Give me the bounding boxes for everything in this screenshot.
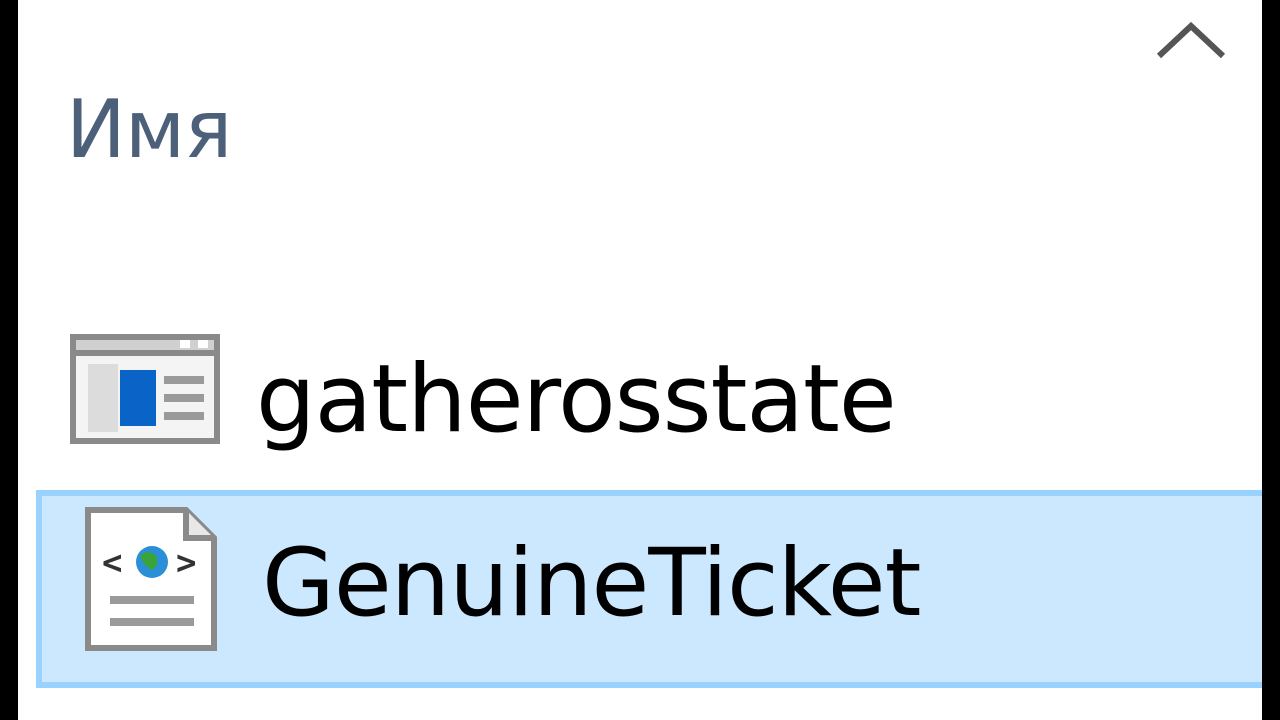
file-row-gatherosstate[interactable]: gatherosstate [36, 300, 1262, 490]
svg-text:>: > [176, 543, 196, 583]
svg-text:<: < [102, 543, 122, 583]
file-list-pane: Имя gatherosstate < > GenuineTicket [18, 0, 1262, 720]
file-row-genuineticket[interactable]: < > GenuineTicket [36, 490, 1262, 688]
file-name-label[interactable]: GenuineTicket [262, 524, 921, 644]
file-name-label[interactable]: gatherosstate [256, 340, 897, 460]
xml-document-icon: < > [85, 507, 217, 651]
chevron-up-icon[interactable] [1153, 18, 1229, 62]
name-column-header[interactable]: Имя [66, 80, 232, 180]
application-icon [70, 334, 220, 444]
